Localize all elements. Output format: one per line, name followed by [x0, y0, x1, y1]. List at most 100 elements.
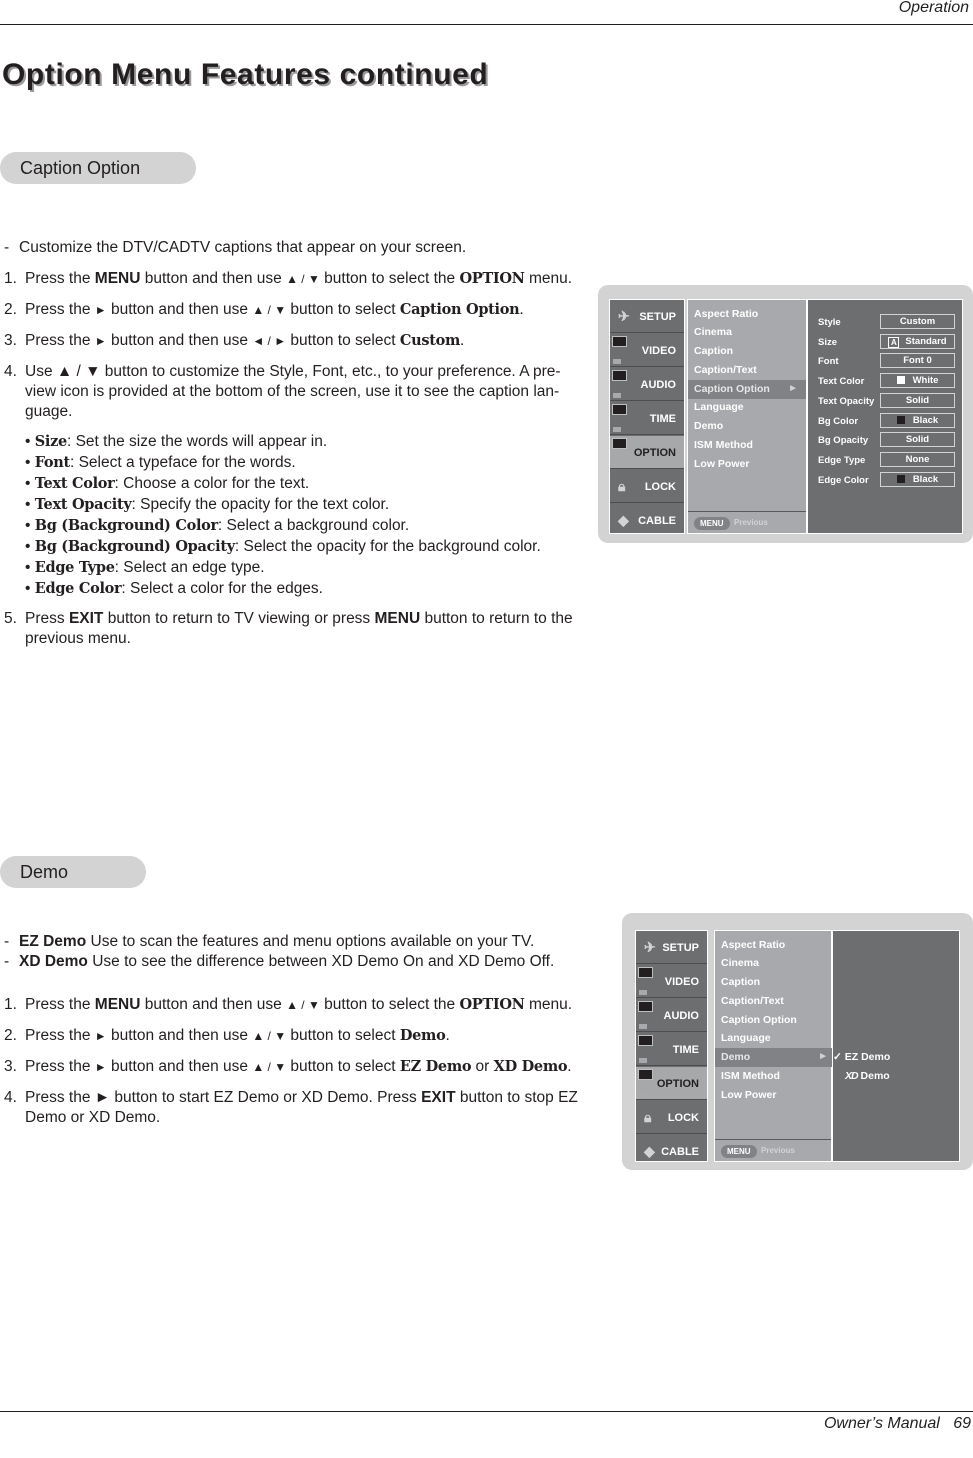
tv-screen-icon — [638, 1035, 653, 1046]
setting-value-bg-opacity[interactable]: Solid — [880, 432, 955, 447]
bullet-bg-opacity: • Bg (Background) Opacity: Select the op… — [25, 538, 541, 555]
setting-value-style[interactable]: Custom — [880, 314, 955, 329]
menu-item-language[interactable]: Language — [721, 1032, 771, 1044]
sidebar-item-option[interactable]: OPTION — [636, 1067, 707, 1100]
page-title: Option Menu Features continued — [2, 58, 489, 91]
caption-option-section-pill: Caption Option — [0, 152, 196, 184]
step-number: 1. — [4, 270, 17, 287]
setting-label-text-color: Text Color — [818, 376, 865, 387]
submenu-item-xd-demo[interactable]: XD Demo — [845, 1070, 890, 1082]
menu-item-cinema[interactable]: Cinema — [721, 957, 759, 969]
step-number: 5. — [4, 610, 17, 627]
caption-step-1: 1. Press the MENU button and then use ▲ … — [4, 270, 573, 287]
menu-item-caption-text[interactable]: Caption/Text — [694, 364, 757, 376]
caption-step-2: 2. Press the ► button and then use ▲ / ▼… — [4, 301, 524, 318]
caption-intro-text: Customize the DTV/CADTV captions that ap… — [19, 239, 467, 256]
setting-label-size: Size — [818, 337, 838, 348]
setting-value-edge-type[interactable]: None — [880, 452, 955, 467]
step-number: 4. — [4, 1089, 17, 1106]
menu-item-caption-text[interactable]: Caption/Text — [721, 995, 784, 1007]
sidebar-item-audio[interactable]: AUDIO — [610, 368, 684, 401]
sidebar-item-setup[interactable]: ✈ SETUP — [610, 300, 684, 333]
caption-step-4: 4. Use ▲ / ▼ button to customize the Sty… — [4, 362, 589, 422]
sidebar-item-lock[interactable]: 🔒︎ LOCK — [610, 470, 684, 503]
step-number: 1. — [4, 996, 17, 1013]
menu-item-ism-method[interactable]: ISM Method — [694, 439, 753, 451]
tv-knob-icon — [613, 427, 621, 432]
sidebar-item-lock[interactable]: 🔒︎ LOCK — [636, 1101, 707, 1134]
tv-screen-icon — [638, 1069, 653, 1080]
menu-button[interactable]: MENU — [694, 517, 730, 530]
checkmark-icon: ✓ — [833, 1051, 842, 1063]
def-ez-demo: - EZ Demo Use to scan the features and me… — [4, 933, 535, 950]
satellite-dish-icon: ✈ — [618, 308, 630, 324]
osd-sidebar: ✈ SETUP VIDEO AUDIO TIME OPTION 🔒︎ LOCK ◆ C… — [609, 299, 685, 534]
sidebar-item-time[interactable]: TIME — [610, 402, 684, 435]
tv-knob-icon — [613, 461, 621, 466]
tv-knob-icon — [639, 1058, 647, 1063]
right-arrow-icon: ► — [94, 1060, 107, 1074]
menu-item-aspect-ratio[interactable]: Aspect Ratio — [721, 939, 785, 951]
demo-section-pill: Demo — [0, 856, 146, 888]
submenu-item-ez-demo[interactable]: ✓ EZ Demo — [833, 1051, 890, 1063]
sidebar-item-video[interactable]: VIDEO — [636, 965, 707, 998]
menu-item-caption-option[interactable]: Caption Option — [721, 1014, 797, 1026]
setting-value-text-color[interactable]: White — [880, 373, 955, 388]
footer-divider — [0, 1411, 973, 1412]
osd-demo-submenu-pane: ✓ EZ Demo XD Demo — [832, 930, 960, 1162]
setting-value-size[interactable]: A Standard — [880, 334, 955, 349]
osd-option-menu: Aspect Ratio Cinema Caption Caption/Text… — [687, 299, 807, 534]
menu-item-cinema[interactable]: Cinema — [694, 326, 732, 338]
cable-plug-icon: ◆ — [618, 512, 629, 528]
sidebar-item-audio[interactable]: AUDIO — [636, 999, 707, 1032]
caption-option-instructions: - Customize the DTV/CADTV captions that … — [4, 238, 589, 660]
menu-button[interactable]: MENU — [721, 1145, 757, 1158]
manual-title: Owner’s Manual — [823, 1415, 940, 1432]
caption-option-osd-screenshot: ✈ SETUP VIDEO AUDIO TIME OPTION 🔒︎ LOCK ◆ C… — [598, 285, 973, 543]
setting-value-font[interactable]: Font 0 — [880, 353, 955, 368]
demo-step-2: 2. Press the ► button and then use ▲ / ▼… — [4, 1027, 450, 1044]
osd-sidebar: ✈ SETUP VIDEO AUDIO TIME OPTION 🔒︎ LOCK ◆ C… — [635, 930, 708, 1162]
menu-item-caption-option-selected[interactable]: Caption Option ► — [688, 380, 806, 399]
menu-item-aspect-ratio[interactable]: Aspect Ratio — [694, 308, 758, 320]
setting-label-style: Style — [818, 317, 841, 328]
header-section-label: Operation — [898, 0, 969, 16]
setting-value-edge-color[interactable]: Black — [880, 472, 955, 487]
tv-knob-icon — [639, 990, 647, 995]
right-arrow-icon: ► — [94, 303, 107, 317]
sidebar-item-time[interactable]: TIME — [636, 1033, 707, 1066]
submenu-arrow-icon: ► — [788, 383, 798, 394]
osd-footer: MENU Previous — [688, 511, 806, 533]
menu-item-demo[interactable]: Demo — [694, 420, 723, 432]
cable-plug-icon: ◆ — [644, 1143, 655, 1159]
setting-value-text-opacity[interactable]: Solid — [880, 393, 955, 408]
setting-value-bg-color[interactable]: Black — [880, 413, 955, 428]
step-number: 3. — [4, 332, 17, 349]
sidebar-item-option[interactable]: OPTION — [610, 436, 684, 469]
tv-screen-icon — [638, 967, 653, 978]
sidebar-item-setup[interactable]: ✈ SETUP — [636, 931, 707, 964]
caption-step-3: 3. Press the ► button and then use ◄ / ►… — [4, 332, 465, 349]
sidebar-item-cable[interactable]: ◆ CABLE — [636, 1135, 707, 1168]
menu-item-language[interactable]: Language — [694, 401, 744, 413]
tv-screen-icon — [612, 404, 627, 415]
menu-item-caption[interactable]: Caption — [694, 345, 733, 357]
left-right-arrows-icon: ◄ / ► — [252, 334, 287, 348]
tv-knob-icon — [639, 1092, 647, 1097]
previous-label: Previous — [734, 518, 768, 527]
tv-screen-icon — [638, 1001, 653, 1012]
menu-item-ism-method[interactable]: ISM Method — [721, 1070, 780, 1082]
sidebar-item-cable[interactable]: ◆ CABLE — [610, 504, 684, 537]
setting-label-font: Font — [818, 356, 839, 367]
menu-item-demo-selected[interactable]: Demo ► — [715, 1048, 836, 1067]
menu-item-low-power[interactable]: Low Power — [721, 1089, 776, 1101]
page-footer: Owner’s Manual 69 — [824, 1415, 971, 1433]
step-number: 3. — [4, 1058, 17, 1075]
sidebar-item-video[interactable]: VIDEO — [610, 334, 684, 367]
demo-step-4: 4. Press the ► button to start EZ Demo o… — [4, 1089, 578, 1126]
demo-step-1: 1. Press the MENU button and then use ▲ … — [4, 996, 573, 1013]
satellite-dish-icon: ✈ — [644, 939, 656, 955]
menu-item-low-power[interactable]: Low Power — [694, 458, 749, 470]
tv-knob-icon — [639, 1024, 647, 1029]
menu-item-caption[interactable]: Caption — [721, 976, 760, 988]
